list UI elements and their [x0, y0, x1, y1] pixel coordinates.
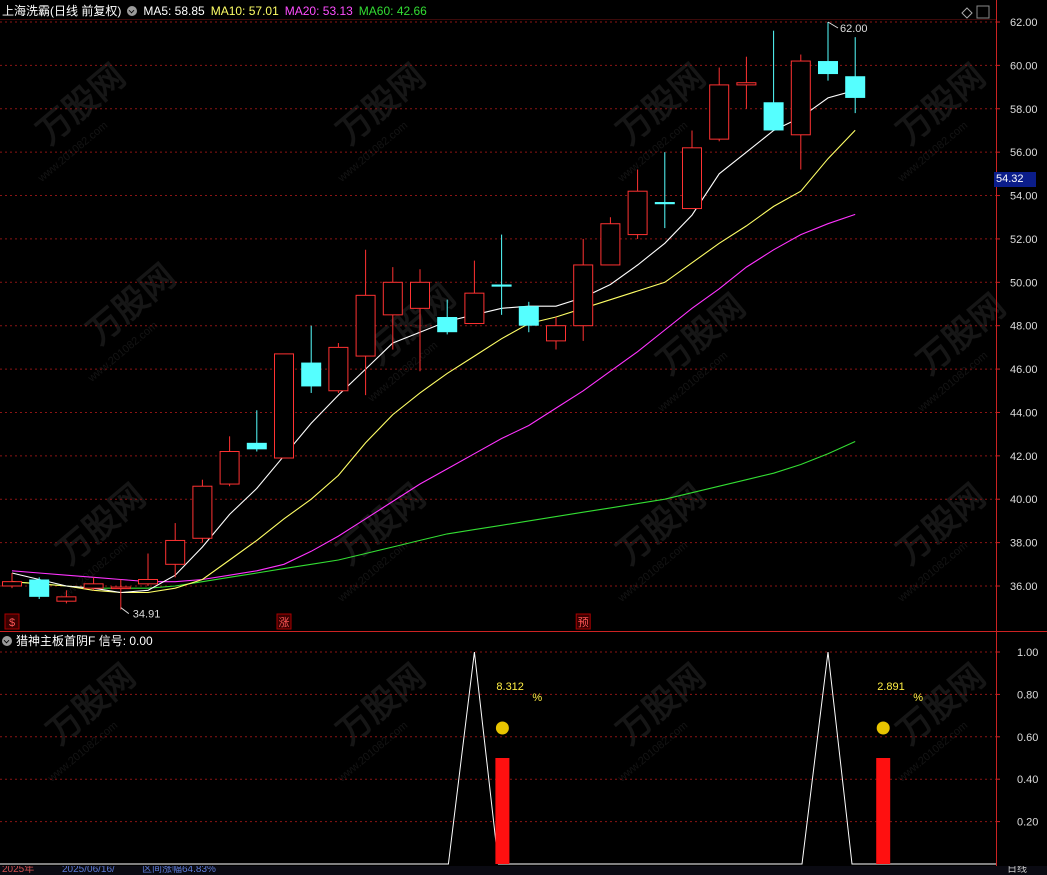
- y-tick-label: 1.00: [1017, 647, 1038, 659]
- window-box-icon: [976, 5, 990, 19]
- candle-body-up: [682, 147, 702, 210]
- y-tick-label: 56.00: [1010, 147, 1038, 159]
- candle-body-up: [274, 353, 294, 459]
- y-tick-label: 42.00: [1010, 451, 1038, 463]
- settings-circle-icon[interactable]: [2, 636, 12, 646]
- ma5-indicator: MA5: 58.85: [143, 4, 205, 18]
- candle-body-up: [165, 539, 186, 565]
- y-tick-label: 48.00: [1010, 321, 1038, 333]
- y-tick-label: 0.40: [1017, 774, 1038, 786]
- candle-body-down: [491, 284, 512, 287]
- indicator-signal: 信号: 0.00: [98, 634, 153, 648]
- smiley-icon: [495, 721, 509, 735]
- bar-percent: 2.891: [877, 681, 905, 693]
- candle-body-up: [219, 451, 240, 485]
- y-tick-label: 58.00: [1010, 104, 1038, 116]
- y-tick-label: 52.00: [1010, 234, 1038, 246]
- candle-body-up: [546, 325, 566, 342]
- marker-label: $: [9, 617, 15, 629]
- bottom-range-change: 区间涨幅64.83%: [142, 866, 216, 875]
- candle-body-up: [355, 294, 376, 357]
- candle-body-up: [736, 82, 757, 86]
- y-tick-label: 62.00: [1010, 17, 1038, 29]
- bottom-date[interactable]: 2025/06/16/: [62, 866, 115, 875]
- candle-body-up: [790, 60, 811, 136]
- y-tick-label: 0.80: [1017, 689, 1038, 701]
- indicator-title[interactable]: 猎神主板首阴F: [16, 634, 95, 648]
- signal-bar: [495, 758, 510, 864]
- marker-label: 预: [578, 616, 589, 629]
- bar-percent-sign: %: [913, 692, 923, 704]
- bottom-status-bar: 2025年 2025/06/16/ 区间涨幅64.83% 日线: [0, 866, 1047, 875]
- candle-body-up: [410, 281, 430, 309]
- candle-body-up: [600, 223, 621, 266]
- y-tick-label: 36.00: [1010, 581, 1038, 593]
- candle-body-up: [573, 264, 594, 327]
- ma10-line: [11, 129, 856, 594]
- high-label: 62.00: [840, 23, 868, 35]
- candle-body-up: [110, 586, 131, 590]
- y-tick-label: 60.00: [1010, 60, 1038, 72]
- y-tick-label: 46.00: [1010, 364, 1038, 376]
- y-tick-label: 0.60: [1017, 732, 1038, 744]
- high-pointer: [827, 21, 839, 29]
- smiley-icon: [876, 721, 890, 735]
- candle-body-up: [192, 485, 213, 539]
- chart-canvas[interactable]: 万股网www.201082.com万股网www.201082.com万股网www…: [0, 0, 1047, 875]
- candle-body-up: [382, 281, 403, 316]
- bar-percent: 8.312: [496, 681, 524, 693]
- low-pointer: [120, 607, 130, 615]
- ma10-indicator: MA10: 57.01: [210, 4, 279, 18]
- candle-body-up: [464, 292, 485, 325]
- bottom-period[interactable]: 日线: [1007, 866, 1027, 875]
- low-label: 34.91: [133, 609, 161, 621]
- candle-body-up: [627, 190, 648, 236]
- y-tick-label: 50.00: [1010, 277, 1038, 289]
- y-tick-label: 44.00: [1010, 407, 1038, 419]
- y-tick-label: 54.00: [1010, 191, 1038, 203]
- bar-percent-sign: %: [532, 692, 542, 704]
- diamond-icon: [961, 7, 973, 19]
- y-tick-label: 38.00: [1010, 538, 1038, 550]
- ma20-line: [11, 213, 856, 583]
- candle-body-up: [2, 581, 22, 587]
- stock-title[interactable]: 上海洗霸(日线 前复权): [2, 4, 121, 18]
- candle-body-up: [83, 583, 104, 589]
- candle-body-down: [29, 579, 50, 597]
- candle-body-down: [518, 306, 539, 326]
- stock-chart-window: 万股网 www.201082.com 万股网 www.201082.com 万股网 www…: [0, 0, 1047, 875]
- candle-body-up: [56, 596, 77, 602]
- candle-body-down: [654, 202, 675, 205]
- marker-label: 涨: [279, 616, 290, 629]
- signal-bar: [876, 758, 891, 864]
- ma60-indicator: MA60: 42.66: [358, 4, 427, 18]
- candle-body-up: [709, 84, 730, 140]
- bottom-year: 2025年: [2, 866, 35, 875]
- settings-circle-icon[interactable]: [127, 6, 138, 16]
- candle-body-down: [845, 76, 866, 98]
- candle-body-down: [301, 362, 322, 387]
- candle-body-down: [818, 61, 838, 75]
- y-tick-label: 40.00: [1010, 494, 1038, 506]
- ma20-indicator: MA20: 53.13: [284, 4, 353, 18]
- indicator-header: 猎神主板首阴F 信号: 0.00: [2, 633, 153, 649]
- candle-body-down: [437, 317, 458, 333]
- candle-body-down: [763, 102, 784, 131]
- candle-body-down: [246, 442, 267, 450]
- main-chart-header: 上海洗霸(日线 前复权) MA5: 58.85 MA10: 57.01 MA20: 5…: [2, 3, 433, 19]
- current-price-tag: 54.32: [994, 172, 1036, 187]
- y-tick-label: 0.20: [1017, 817, 1038, 829]
- candle-body-up: [328, 346, 349, 392]
- candle-body-up: [138, 578, 158, 585]
